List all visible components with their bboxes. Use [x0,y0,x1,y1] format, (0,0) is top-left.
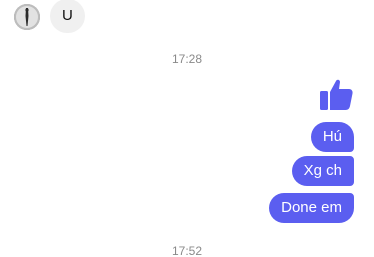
outgoing-message[interactable]: Done em [269,193,354,223]
timestamp: 17:28 [171,52,203,66]
avatar-image [14,4,40,30]
incoming-message[interactable]: U [50,0,85,33]
avatar[interactable] [14,4,40,30]
thumbs-up-icon[interactable] [318,76,354,112]
outgoing-message[interactable]: Hú [310,122,354,152]
chat-thread: U 17:28 Hú Xg ch Done em 17:52 [0,0,374,257]
outgoing-message[interactable]: Xg ch [291,156,354,186]
timestamp: 17:52 [171,244,203,257]
